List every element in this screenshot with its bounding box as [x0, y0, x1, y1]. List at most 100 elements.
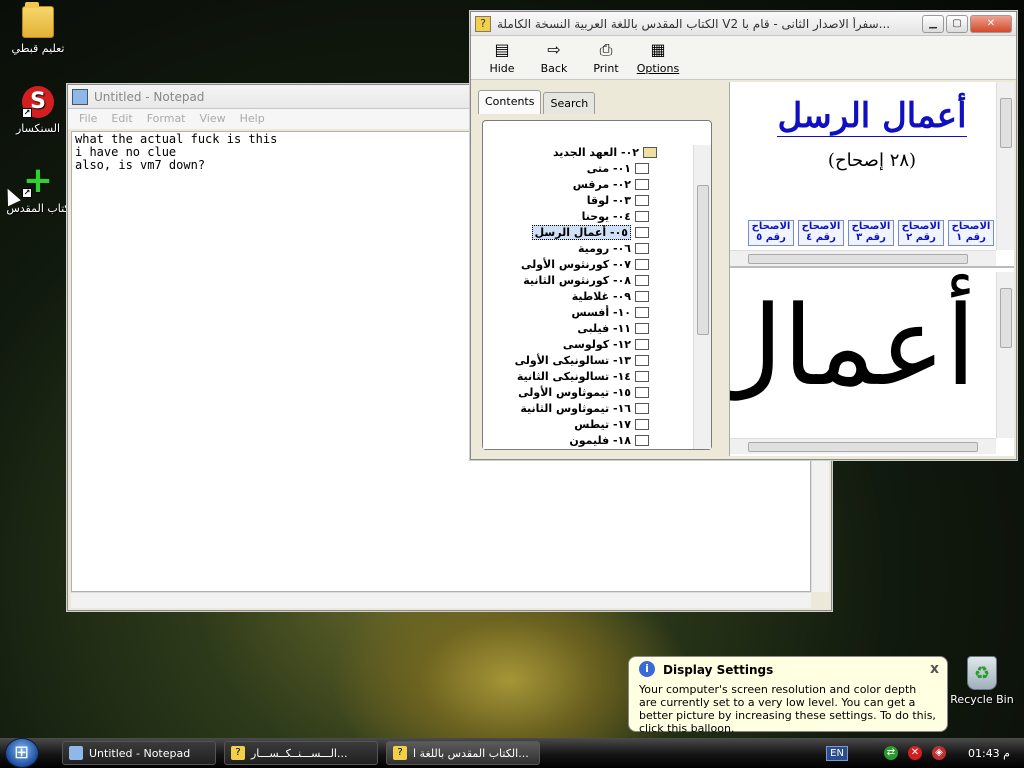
book-page-icon [635, 371, 649, 382]
taskbar-item-notepad[interactable]: Untitled - Notepad [62, 741, 216, 765]
clock[interactable]: م 01:43 [968, 747, 1010, 760]
system-tray: EN ⇄ ✕ ◈ م 01:43 [826, 745, 1024, 761]
folder-icon [22, 2, 54, 38]
book-page-icon [635, 403, 649, 414]
desktop-icon-coptic-folder[interactable]: تعليم قبطي [0, 2, 76, 55]
book-page-icon [635, 243, 649, 254]
topic-body-vscroll[interactable] [996, 272, 1014, 438]
menu-format[interactable]: Format [140, 109, 193, 129]
tree-item-selected[interactable]: ٠٥- أعمال الرسل [483, 225, 693, 241]
book-page-icon [635, 291, 649, 302]
notepad-title: Untitled - Notepad [94, 89, 205, 104]
recycle-bin-label: Recycle Bin [950, 693, 1014, 706]
topic-header-hscroll[interactable] [730, 250, 996, 266]
chapter-link[interactable]: الاصحاح رقم ٢ [898, 220, 944, 246]
menu-file[interactable]: File [72, 109, 104, 129]
tree-item[interactable]: ١٠- أفسس [483, 305, 693, 321]
chapter-link[interactable]: الاصحاح رقم ٤ [798, 220, 844, 246]
options-button[interactable]: ▦ Options [635, 40, 681, 75]
chapter-link[interactable]: الاصحاح رقم ٥ [748, 220, 794, 246]
tree-item[interactable]: ١٥- تيموثاوس الأولى [483, 385, 693, 401]
menu-help[interactable]: Help [233, 109, 272, 129]
tree-scrollbar[interactable] [693, 145, 711, 449]
book-page-icon [635, 163, 649, 174]
topic-header-vscroll[interactable] [996, 82, 1014, 250]
book-page-icon [635, 195, 649, 206]
shortcut-arrow-icon: ↗ [22, 108, 32, 118]
navigation-pane: Contents Search ٠٢- العهد الجديد ٠١- متى… [474, 82, 726, 456]
options-label: Options [636, 62, 680, 75]
balloon-close-button[interactable]: x [930, 661, 939, 677]
tree-item[interactable]: ١٢- كولوسى [483, 337, 693, 353]
tree-item[interactable]: ٠٤- يوحنا [483, 209, 693, 225]
menu-view[interactable]: View [193, 109, 233, 129]
security-alert-icon[interactable]: ✕ [907, 746, 922, 760]
shortcut-arrow-icon: ↗ [22, 188, 32, 198]
notepad-icon [69, 746, 83, 760]
scroll-thumb[interactable] [1000, 288, 1012, 348]
print-button[interactable]: ⎙ Print [583, 40, 629, 75]
help-toolbar: ▤ Hide ⇨ Back ⎙ Print ▦ Options [471, 36, 1016, 80]
chapter-link[interactable]: الاصحاح رقم ١ [948, 220, 994, 246]
tree-item[interactable]: ٠٨- كورنثوس الثانية [483, 273, 693, 289]
tree-item[interactable]: ٠٦- رومية [483, 241, 693, 257]
hide-button[interactable]: ▤ Hide [479, 40, 525, 75]
back-button[interactable]: ⇨ Back [531, 40, 577, 75]
book-title: أعمال الرسل [777, 96, 967, 137]
taskbar-item-bible[interactable]: ? الكتاب المقدس باللغة ا... [386, 741, 540, 765]
options-icon: ▦ [650, 40, 666, 59]
bible-plus-icon: + ↗ [22, 160, 54, 201]
help-titlebar[interactable]: ? الكتاب المقدس باللغة العربية النسخة ال… [471, 12, 1016, 36]
topic-header-frame: أعمال الرسل (٢٨ إصحاح) الاصحاح رقم ١ الا… [730, 82, 1014, 268]
tree-item[interactable]: ١٦- تيموثاوس الثانية [483, 401, 693, 417]
back-arrow-icon: ⇨ [547, 40, 561, 59]
book-page-icon [635, 387, 649, 398]
maximize-button[interactable]: ▢ [946, 14, 968, 33]
contents-tree-frame: ٠٢- العهد الجديد ٠١- متى ٠٢- مرقس ٠٣- لو… [482, 120, 712, 450]
desktop-icon-label: السنكسار [15, 122, 61, 135]
help-question-icon: ? [231, 746, 245, 760]
help-title: الكتاب المقدس باللغة العربية النسخة الكا… [497, 16, 891, 31]
notepad-horizontal-scrollbar[interactable] [71, 592, 811, 608]
tree-item[interactable]: ٠٣- لوقا [483, 193, 693, 209]
topic-body-frame: أعمال [730, 272, 1014, 456]
tree-item[interactable]: ١١- فيلبى [483, 321, 693, 337]
book-page-icon [635, 339, 649, 350]
back-label: Back [540, 62, 568, 75]
scroll-thumb[interactable] [748, 442, 978, 452]
scroll-thumb[interactable] [748, 254, 968, 264]
book-page-icon [635, 259, 649, 270]
taskbar-item-synaxarium[interactable]: ? الـــســـنــكــســـار... [224, 741, 378, 765]
tree-item[interactable]: ٠٢- مرقس [483, 177, 693, 193]
minimize-button[interactable]: ▁ [922, 14, 944, 33]
menu-edit[interactable]: Edit [104, 109, 139, 129]
network-icon[interactable]: ⇄ [883, 746, 898, 760]
print-label: Print [593, 62, 619, 75]
start-button[interactable] [0, 738, 44, 768]
tab-search[interactable]: Search [543, 92, 596, 114]
chapter-link[interactable]: الاصحاح رقم ٣ [848, 220, 894, 246]
help-question-icon: ? [475, 15, 491, 32]
language-indicator[interactable]: EN [826, 745, 848, 761]
tree-root-new-testament[interactable]: ٠٢- العهد الجديد [483, 145, 693, 161]
display-settings-balloon[interactable]: i Display Settings x Your computer's scr… [628, 656, 948, 735]
tree-scroll-thumb[interactable] [697, 185, 709, 335]
book-page-icon [635, 275, 649, 286]
tree-item[interactable]: ١٣- تسالونيكى الأولى [483, 353, 693, 369]
tree-item[interactable]: ٠٧- كورنثوس الأولى [483, 257, 693, 273]
book-page-icon [635, 227, 649, 238]
tree-item[interactable]: ٠٩- غلاطية [483, 289, 693, 305]
tree-item[interactable]: ١٧- تيطس [483, 417, 693, 433]
tree-item[interactable]: ١٨- فليمون [483, 433, 693, 449]
topic-body-hscroll[interactable] [730, 438, 996, 454]
close-button[interactable]: ✕ [970, 14, 1012, 33]
tree-item[interactable]: ٠١- متى [483, 161, 693, 177]
shield-icon[interactable]: ◈ [931, 746, 946, 760]
desktop-icon-recycle-bin[interactable]: Recycle Bin [942, 656, 1022, 706]
desktop-icon-synaxarium[interactable]: S ↗ السنكسار [0, 86, 76, 135]
balloon-title: i Display Settings [639, 661, 937, 677]
info-icon: i [639, 661, 655, 677]
tree-item[interactable]: ١٤- تسالونيكى الثانية [483, 369, 693, 385]
scroll-thumb[interactable] [1000, 98, 1012, 148]
tab-contents[interactable]: Contents [478, 90, 542, 114]
